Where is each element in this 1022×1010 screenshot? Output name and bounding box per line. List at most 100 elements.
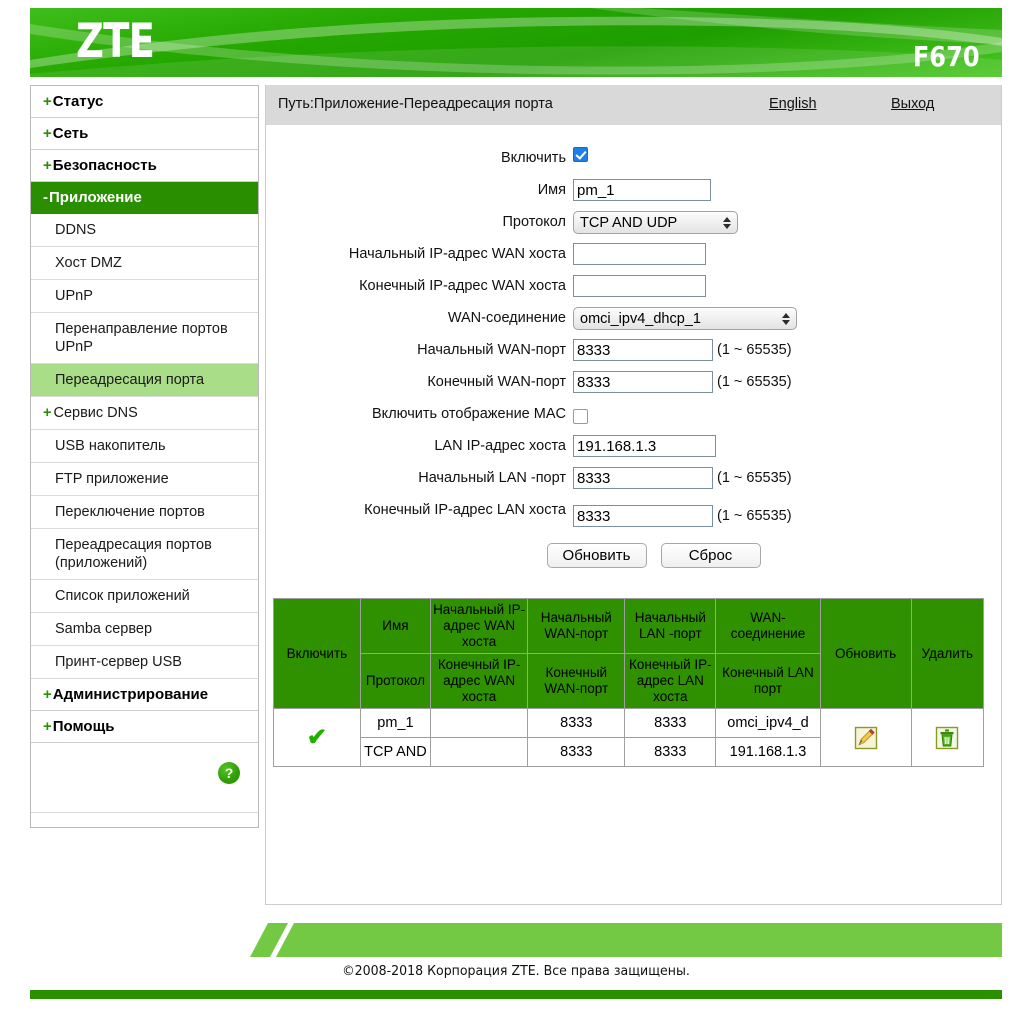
page-header: ZTE F670 bbox=[30, 8, 1002, 77]
wan-start-port-label: Начальный WAN-порт bbox=[417, 342, 566, 358]
cell-lan-end-ip: 8333 bbox=[624, 737, 717, 767]
sidebar-item-port-triggering[interactable]: Переключение портов bbox=[31, 496, 258, 529]
lan-end-input[interactable] bbox=[573, 505, 713, 527]
wan-end-port-input[interactable] bbox=[573, 371, 713, 393]
expand-plus-icon: + bbox=[43, 718, 52, 735]
lan-start-port-input[interactable] bbox=[573, 467, 713, 489]
th-wan-end-ip: Конечный IP-адрес WAN хоста bbox=[430, 653, 529, 709]
trash-icon[interactable] bbox=[935, 726, 959, 750]
sidebar-item-security[interactable]: +Безопасность bbox=[31, 150, 258, 182]
sidebar-item-ddns[interactable]: DDNS bbox=[31, 214, 258, 247]
reset-button[interactable]: Сброс bbox=[660, 543, 761, 568]
name-input[interactable] bbox=[573, 179, 711, 201]
router-admin-page: ZTE F670 +Статус +Сеть +Безопасность -Пр… bbox=[0, 0, 1022, 1010]
sidebar-item-label: Список приложений bbox=[55, 588, 190, 604]
mac-display-checkbox[interactable] bbox=[573, 409, 588, 424]
protocol-select[interactable]: TCP AND UDP bbox=[573, 211, 738, 234]
form-row-lan-end: Конечный IP-адрес LAN хоста (1 ~ 65535) bbox=[266, 499, 1001, 527]
sidebar-item-application-port-forwarding[interactable]: Переадресация портов (приложений) bbox=[31, 529, 258, 580]
form-row-lan-ip: LAN IP-адрес хоста bbox=[266, 435, 1001, 459]
sidebar-item-label: UPnP bbox=[55, 288, 93, 304]
sidebar-help-area: ? bbox=[31, 743, 258, 813]
port-range-hint: (1 ~ 65535) bbox=[717, 470, 792, 486]
help-icon[interactable]: ? bbox=[218, 762, 240, 784]
lan-ip-label: LAN IP-адрес хоста bbox=[434, 438, 566, 454]
wan-connection-select[interactable]: omci_ipv4_dhcp_1 bbox=[573, 307, 797, 330]
form-row-enable: Включить bbox=[266, 147, 1001, 171]
form-row-lan-start-port: Начальный LAN -порт (1 ~ 65535) bbox=[266, 467, 1001, 491]
port-range-hint: (1 ~ 65535) bbox=[717, 374, 792, 390]
th-protocol: Протокол bbox=[359, 653, 432, 709]
sidebar-item-network[interactable]: +Сеть bbox=[31, 118, 258, 150]
sidebar-item-dns-service[interactable]: + Сервис DNS bbox=[31, 397, 258, 430]
sidebar-item-ftp-application[interactable]: FTP приложение bbox=[31, 463, 258, 496]
th-wan-connection: WAN-соединение bbox=[715, 598, 821, 654]
form-row-wan-start-port: Начальный WAN-порт (1 ~ 65535) bbox=[266, 339, 1001, 363]
table-header-row-1: Включить Имя Начальный IP-адрес WAN хост… bbox=[273, 598, 985, 709]
cell-delete-action[interactable] bbox=[910, 708, 985, 767]
sidebar-item-label: DDNS bbox=[55, 222, 97, 238]
sidebar-item-usb-print-server[interactable]: Принт-сервер USB bbox=[31, 646, 258, 679]
sidebar-item-label: FTP приложение bbox=[55, 471, 169, 487]
form-row-wan-connection: WAN-соединение omci_ipv4_dhcp_1 bbox=[266, 307, 1001, 331]
sidebar-item-administration[interactable]: +Администрирование bbox=[31, 679, 258, 711]
th-wan-end-port: Конечный WAN-порт bbox=[527, 653, 626, 709]
sidebar-item-upnp[interactable]: UPnP bbox=[31, 280, 258, 313]
form-row-wan-end-port: Конечный WAN-порт (1 ~ 65535) bbox=[266, 371, 1001, 395]
submit-button[interactable]: Обновить bbox=[546, 543, 647, 568]
sidebar-item-samba-server[interactable]: Samba сервер bbox=[31, 613, 258, 646]
sidebar-item-label: Принт-сервер USB bbox=[55, 654, 182, 670]
check-mark-icon: ✔ bbox=[306, 723, 327, 751]
sidebar-item-label: Сервис DNS bbox=[53, 405, 138, 421]
wan-start-port-input[interactable] bbox=[573, 339, 713, 361]
th-delete: Удалить bbox=[910, 598, 985, 709]
content-panel: Путь:Приложение-Переадресация порта Engl… bbox=[265, 85, 1002, 905]
sidebar-item-label: Перенаправление портов UPnP bbox=[55, 321, 228, 355]
collapse-minus-icon: - bbox=[43, 189, 48, 206]
sidebar-item-help[interactable]: +Помощь bbox=[31, 711, 258, 743]
cell-wan-end-ip bbox=[430, 737, 529, 767]
logout-link[interactable]: Выход bbox=[891, 96, 934, 112]
th-wan-start-port: Начальный WAN-порт bbox=[527, 598, 626, 654]
cell-protocol: TCP AND bbox=[359, 737, 432, 767]
lan-ip-input[interactable] bbox=[573, 435, 716, 457]
footer-green-strip bbox=[30, 990, 1002, 999]
port-range-hint: (1 ~ 65535) bbox=[717, 342, 792, 358]
sidebar-item-label: USB накопитель bbox=[55, 438, 166, 454]
lan-end-label: Конечный IP-адрес LAN хоста bbox=[364, 502, 566, 518]
sidebar-item-status[interactable]: +Статус bbox=[31, 86, 258, 118]
sidebar-item-label: Помощь bbox=[52, 718, 115, 735]
th-update: Обновить bbox=[819, 598, 912, 709]
sidebar-item-upnp-port-forwarding[interactable]: Перенаправление портов UPnP bbox=[31, 313, 258, 364]
sidebar-item-label: Приложение bbox=[49, 189, 142, 206]
enable-checkbox[interactable] bbox=[573, 147, 588, 162]
expand-plus-icon: + bbox=[43, 93, 52, 110]
sidebar-item-application[interactable]: -Приложение bbox=[31, 182, 258, 214]
cell-edit-action[interactable] bbox=[819, 708, 912, 767]
form-row-wan-end-ip: Конечный IP-адрес WAN хоста bbox=[266, 275, 1001, 299]
sidebar-item-usb-storage[interactable]: USB накопитель bbox=[31, 430, 258, 463]
name-label: Имя bbox=[537, 182, 566, 198]
cell-lan-ip: 191.168.1.3 bbox=[715, 737, 821, 767]
sidebar-item-label: Безопасность bbox=[52, 157, 157, 174]
sidebar-item-port-forwarding[interactable]: Переадресация порта bbox=[31, 364, 258, 397]
sidebar-item-label: Переадресация портов (приложений) bbox=[55, 537, 212, 571]
sidebar-item-label: Администрирование bbox=[52, 686, 209, 703]
enable-label: Включить bbox=[500, 150, 566, 166]
form-row-mac-display: Включить отображение MAC bbox=[266, 403, 1001, 427]
port-forwarding-table: Включить Имя Начальный IP-адрес WAN хост… bbox=[273, 598, 985, 767]
wan-start-ip-input[interactable] bbox=[573, 243, 706, 265]
sidebar-item-dmz-host[interactable]: Хост DMZ bbox=[31, 247, 258, 280]
form-row-name: Имя bbox=[266, 179, 1001, 203]
language-link[interactable]: English bbox=[769, 96, 817, 112]
breadcrumb: Путь:Приложение-Переадресация порта bbox=[278, 96, 553, 112]
expand-plus-icon: + bbox=[43, 125, 52, 142]
sidebar-item-application-list[interactable]: Список приложений bbox=[31, 580, 258, 613]
breadcrumb-bar: Путь:Приложение-Переадресация порта Engl… bbox=[266, 85, 1001, 125]
sidebar-item-label: Переключение портов bbox=[55, 504, 205, 520]
edit-pencil-icon[interactable] bbox=[854, 726, 878, 750]
header-wave-decoration bbox=[30, 8, 1002, 77]
wan-end-ip-input[interactable] bbox=[573, 275, 706, 297]
form-row-protocol: Протокол TCP AND UDP bbox=[266, 211, 1001, 235]
